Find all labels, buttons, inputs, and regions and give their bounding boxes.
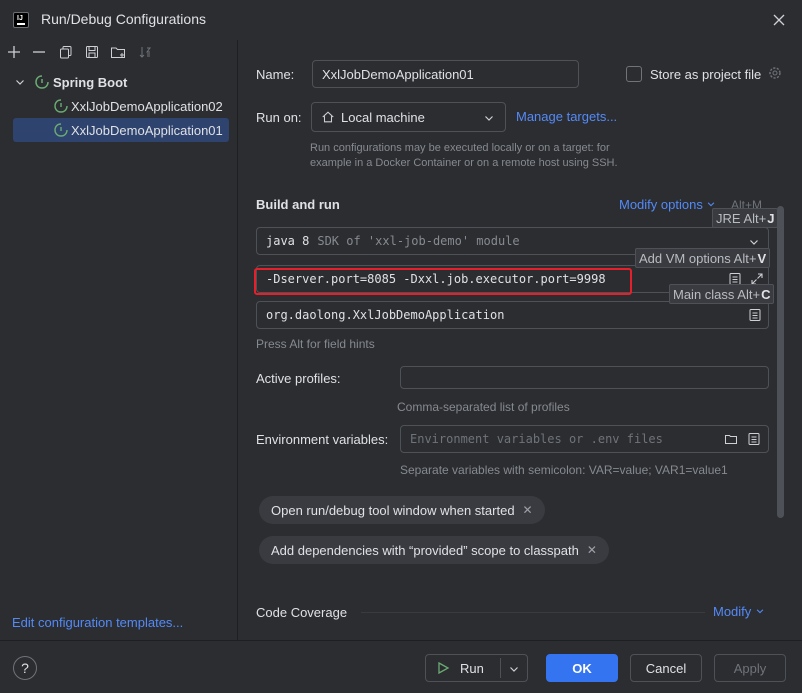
configuration-form: Name: XxlJobDemoApplication01 Store as p… [239,40,802,640]
modify-options-label: Modify options [619,197,703,212]
env-variables-input[interactable]: Environment variables or .env files [400,425,769,453]
sort-icon[interactable] [137,44,153,60]
highlight-box [254,268,632,295]
tooltip-key: C [761,286,771,302]
env-variables-placeholder: Environment variables or .env files [410,432,663,446]
active-profiles-label: Active profiles: [256,371,341,386]
tree-item-application02[interactable]: XxlJobDemoApplication02 [14,94,234,118]
name-input[interactable]: XxlJobDemoApplication01 [312,60,579,88]
chip-provided-scope[interactable]: Add dependencies with “provided” scope t… [259,536,609,564]
spring-boot-icon [35,75,49,89]
tree-toolbar [0,40,238,66]
jre-sdk-note: SDK of 'xxl-job-demo' module [317,234,520,248]
add-icon[interactable] [6,44,22,60]
document-icon[interactable] [748,308,762,322]
modify-options-link[interactable]: Modify options [619,197,716,212]
close-icon[interactable]: ✕ [523,503,533,517]
configurations-panel: Spring Boot XxlJobDemoApplication02 XxlJ… [0,40,238,640]
close-icon[interactable] [770,11,788,29]
apply-button[interactable]: Apply [714,654,786,682]
run-on-hint-line1: Run configurations may be executed local… [310,142,610,154]
code-coverage-title: Code Coverage [256,605,348,620]
edit-templates-link[interactable]: Edit configuration templates... [12,615,183,630]
jre-shortcut-tooltip: JRE Alt+ J [712,208,779,228]
name-label: Name: [256,67,295,82]
modify-label: Modify [713,604,752,619]
field-hints-text: Press Alt for field hints [256,337,375,351]
spring-boot-app-icon [54,99,68,113]
run-button-label: Run [460,660,484,676]
chevron-down-icon [16,80,24,85]
home-icon [322,111,334,123]
chevron-down-icon [750,240,758,245]
remove-icon[interactable] [31,44,47,60]
chevron-down-icon [485,116,493,121]
run-on-value: Local machine [341,109,425,125]
tree-group-spring-boot[interactable]: Spring Boot [14,70,234,94]
section-divider [361,612,705,613]
run-button[interactable]: Run [425,654,528,682]
store-as-project-label: Store as project file [650,67,762,82]
run-on-hint-line2: example in a Docker Container or on a re… [310,157,618,169]
spring-boot-app-icon [54,123,68,137]
ok-button[interactable]: OK [546,654,618,682]
document-icon[interactable] [747,432,761,446]
main-class-input[interactable]: org.daolong.XxlJobDemoApplication [256,301,769,329]
store-as-project-checkbox[interactable] [626,66,642,82]
dialog-button-bar: ? Run OK Cancel Apply [0,640,802,693]
tree-item-label: XxlJobDemoApplication01 [71,122,223,138]
save-icon[interactable] [84,44,100,60]
active-profiles-input[interactable] [400,366,769,389]
play-icon [438,661,450,675]
tooltip-key: J [767,210,775,226]
tree-group-label: Spring Boot [53,74,128,90]
env-variables-label: Environment variables: [256,432,389,447]
help-button[interactable]: ? [13,656,37,680]
tooltip-text: JRE Alt+ [716,210,767,226]
vm-options-shortcut-tooltip: Add VM options Alt+ V [635,248,771,268]
folder-icon[interactable] [724,432,738,446]
gear-icon[interactable] [767,65,783,81]
chevron-down-icon[interactable] [508,663,520,675]
close-icon[interactable]: ✕ [587,543,597,557]
tree-item-application01[interactable]: XxlJobDemoApplication01 [13,118,229,142]
window-title: Run/Debug Configurations [41,11,206,27]
run-on-select[interactable]: Local machine [311,102,506,132]
chip-open-tool-window[interactable]: Open run/debug tool window when started … [259,496,545,524]
title-bar: IJ Run/Debug Configurations [0,0,802,40]
tooltip-text: Add VM options Alt+ [639,250,757,266]
run-on-label: Run on: [256,110,302,125]
split-divider [500,658,501,678]
modify-coverage-link[interactable]: Modify [713,604,765,619]
tree-item-label: XxlJobDemoApplication02 [71,98,223,114]
main-class-value: org.daolong.XxlJobDemoApplication [266,308,505,322]
cancel-button[interactable]: Cancel [630,654,702,682]
active-profiles-hint: Comma-separated list of profiles [397,400,570,414]
tooltip-text: Main class Alt+ [673,286,761,302]
new-folder-icon[interactable] [110,44,126,60]
vertical-scrollbar[interactable] [777,206,784,518]
name-value: XxlJobDemoApplication01 [322,66,474,82]
chevron-down-icon [756,609,764,614]
intellij-logo-icon: IJ [13,12,29,28]
build-and-run-title: Build and run [256,197,340,212]
env-variables-hint: Separate variables with semicolon: VAR=v… [400,463,728,477]
manage-targets-link[interactable]: Manage targets... [516,109,617,124]
copy-icon[interactable] [58,44,74,60]
jre-value: java 8 [266,234,310,248]
chip-label: Open run/debug tool window when started [271,502,515,518]
chip-label: Add dependencies with “provided” scope t… [271,542,579,558]
main-class-shortcut-tooltip: Main class Alt+ C [669,284,775,304]
tooltip-key: V [757,250,767,266]
